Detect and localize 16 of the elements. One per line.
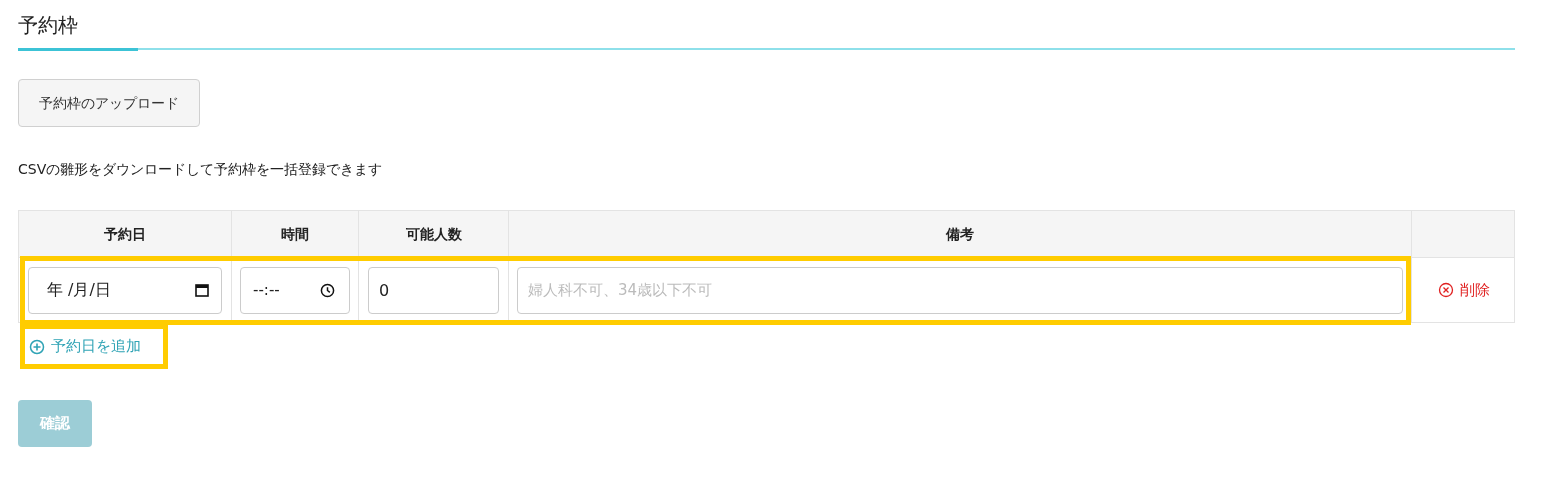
column-header: 時間 (281, 224, 309, 244)
note-field[interactable]: 婦人科不可、34歳以下不可 (517, 266, 1403, 314)
column-header: 可能人数 (405, 224, 462, 244)
calendar-icon (195, 283, 209, 297)
delete-button[interactable]: 削除 (1438, 278, 1490, 302)
close-icon (1438, 282, 1454, 298)
plus-circle-icon (29, 338, 45, 355)
page-title: 予約枠 (18, 12, 78, 39)
column-header: 予約日 (104, 224, 146, 244)
date-field[interactable]: 年 /月/日 (28, 266, 222, 314)
upload-button[interactable]: 予約枠のアップロード (18, 79, 200, 127)
capacity-field[interactable]: 0 (368, 266, 499, 314)
column-header: 備考 (946, 224, 974, 244)
time-field[interactable]: --:-- (240, 266, 350, 314)
description-text: CSVの雛形をダウンロードして予約枠を一括登録できます (18, 160, 383, 179)
clock-icon (320, 282, 335, 298)
